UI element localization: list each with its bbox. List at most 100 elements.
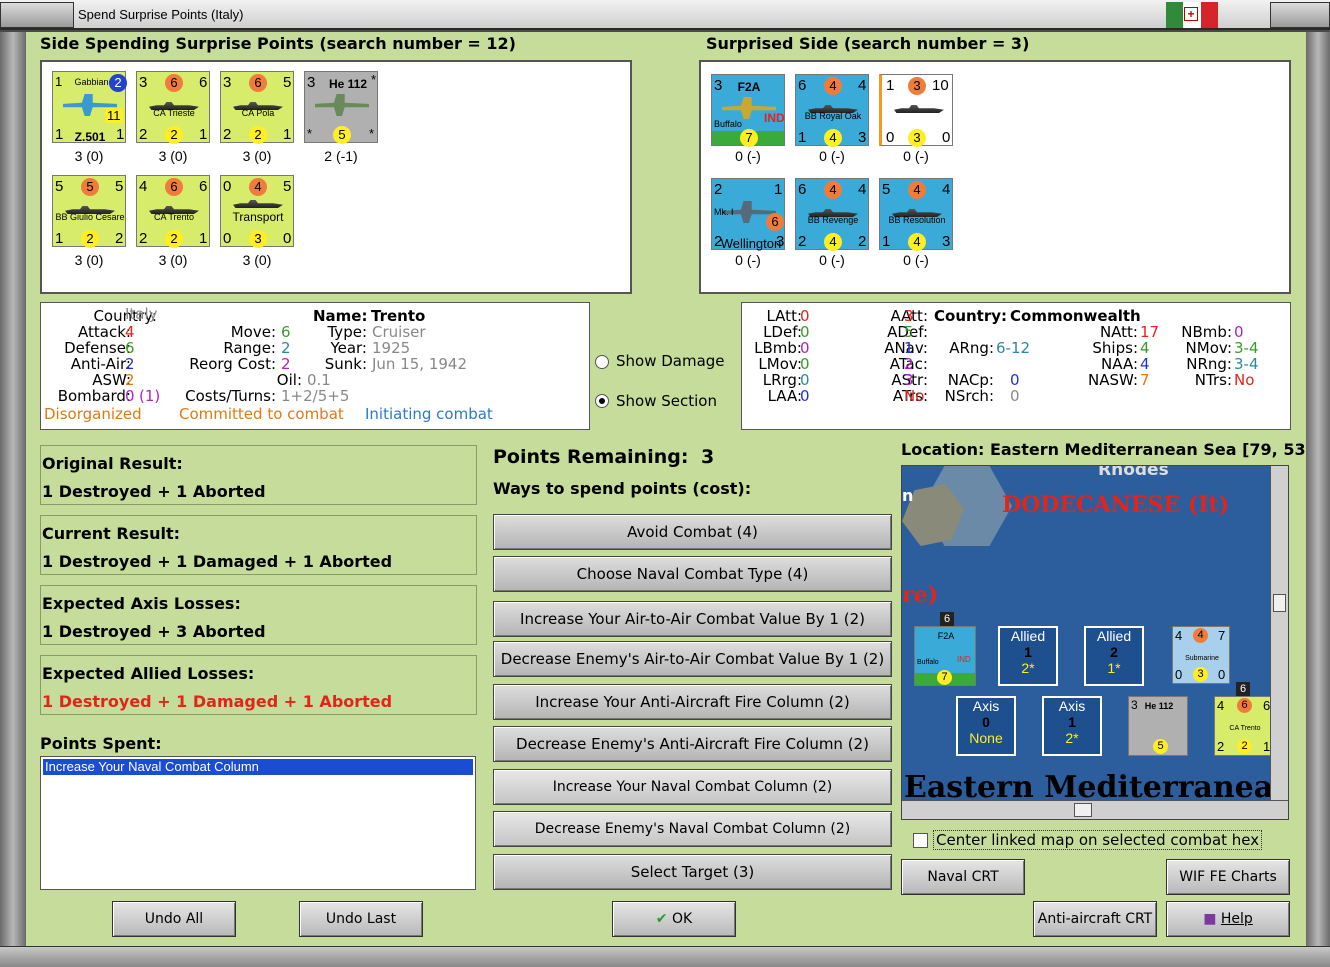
unit-counter-ca-trieste[interactable]: 3 6 6 CA Trieste 2 2 1 xyxy=(136,71,210,144)
unit-value: 7 xyxy=(1218,628,1226,643)
marker-sub: 1* xyxy=(1107,660,1121,676)
unit-value: 2 xyxy=(109,74,127,92)
decrease-enemy-air-to-air-button[interactable]: Decrease Enemy's Air-to-Air Combat Value… xyxy=(493,641,892,677)
unit-value: 1 xyxy=(774,181,783,198)
unit-counter-bb-royal-oak[interactable]: 6 4 4 BB Royal Oak 1 4 3 xyxy=(795,74,869,147)
unit-value: 4 xyxy=(139,178,148,195)
unit-value: 1 xyxy=(886,77,895,94)
map-view[interactable]: Rhodes DODECANESE (It) n re) 6 F2A Buffa… xyxy=(901,465,1289,820)
bombard-label: Bombard: xyxy=(57,387,131,405)
unit-count: 0 (-) xyxy=(903,252,929,268)
unit-value: 1 xyxy=(199,230,208,247)
ok-button[interactable]: ✔ OK xyxy=(612,901,736,937)
unit-value: 1 xyxy=(199,126,208,143)
unit-counter-he-112[interactable]: 3 He 112 * * 5 * xyxy=(304,71,378,144)
points-spent-list[interactable]: Increase Your Naval Combat Column xyxy=(40,756,476,890)
unit-counter-ca-pola[interactable]: 3 6 5 CA Pola 2 2 1 xyxy=(220,71,294,144)
naval-crt-button[interactable]: Naval CRT xyxy=(901,859,1025,895)
unit-counter-bb-revenge[interactable]: 6 4 4 BB Revenge 2 4 2 xyxy=(795,178,869,251)
unit-value: 2 xyxy=(714,181,723,198)
avoid-combat-button[interactable]: Avoid Combat (4) xyxy=(493,514,892,550)
stack-count: 6 xyxy=(1236,682,1250,696)
help-button[interactable]: ■ Help xyxy=(1166,901,1290,937)
list-item[interactable]: Increase Your Naval Combat Column xyxy=(43,759,473,775)
allied-1-marker[interactable]: Allied 1 2* xyxy=(998,626,1058,686)
current-result-box: Current Result: 1 Destroyed + 1 Damaged … xyxy=(40,515,477,575)
unit-value: 6 xyxy=(165,74,183,92)
antiaircraft-crt-button[interactable]: Anti-aircraft CRT xyxy=(1033,901,1157,937)
decrease-enemy-aa-fire-button[interactable]: Decrease Enemy's Anti-Aircraft Fire Colu… xyxy=(493,726,892,762)
system-menu-icon[interactable] xyxy=(0,2,74,28)
wif-fe-charts-button[interactable]: WIF FE Charts xyxy=(1166,859,1290,895)
unit-value: 6 xyxy=(798,77,807,94)
show-section-radio[interactable] xyxy=(595,394,609,408)
axis-1-marker[interactable]: Axis 1 2* xyxy=(1042,696,1102,756)
select-target-button[interactable]: Select Target (3) xyxy=(493,854,892,890)
undo-all-button[interactable]: Undo All xyxy=(112,901,236,937)
marker-title: Allied xyxy=(1096,628,1132,644)
unit-counter-f2a[interactable]: 3 F2A IND Buffalo 7 xyxy=(711,74,785,147)
map-label-fragment: n xyxy=(902,486,914,505)
marker-title: Axis xyxy=(972,698,1000,714)
map-label-rhodes: Rhodes xyxy=(1098,465,1169,480)
allied-2-marker[interactable]: Allied 2 1* xyxy=(1084,626,1144,686)
map-counter-ca-trento[interactable]: 4 6 6 CA Trento 2 2 1 xyxy=(1214,696,1274,756)
unit-name: BB Giulio Cesare xyxy=(55,212,125,222)
original-result-value: 1 Destroyed + 1 Aborted xyxy=(42,482,266,501)
map-counter-submarine[interactable]: 4 4 7 Submarine 0 3 0 xyxy=(1172,626,1230,684)
unit-value: 10 xyxy=(932,77,949,94)
increase-aa-fire-button[interactable]: Increase Your Anti-Aircraft Fire Column … xyxy=(493,684,892,720)
unit-counter-bb-giulio-cesare[interactable]: 5 5 5 BB Giulio Cesare 1 2 2 xyxy=(52,175,126,248)
unit-value: 3 xyxy=(908,129,926,147)
unit-value: 6 xyxy=(165,178,183,196)
map-vertical-scrollbar[interactable] xyxy=(1270,466,1288,800)
unit-count: 3 (0) xyxy=(74,252,104,268)
left-border xyxy=(0,32,26,946)
unit-value: 0 xyxy=(1175,667,1183,682)
marker-sub: 2* xyxy=(1021,660,1035,676)
show-section-label: Show Section xyxy=(616,392,717,410)
unit-value: 1 xyxy=(283,126,292,143)
country-value: Italy xyxy=(125,305,158,323)
increase-air-to-air-button[interactable]: Increase Your Air-to-Air Combat Value By… xyxy=(493,601,892,637)
axis-0-marker[interactable]: Axis 0 None xyxy=(956,696,1016,756)
map-counter-he-112[interactable]: 3 He 112 5 xyxy=(1128,696,1188,756)
unit-tag: IND xyxy=(957,655,971,664)
decrease-enemy-naval-combat-column-button[interactable]: Decrease Enemy's Naval Combat Column (2) xyxy=(493,811,892,847)
bombard-extra: (1) xyxy=(139,387,161,405)
unit-value: 6 xyxy=(199,178,208,195)
unit-count: 3 (0) xyxy=(74,148,104,164)
choose-naval-combat-type-button[interactable]: Choose Naval Combat Type (4) xyxy=(493,556,892,592)
unit-value: 4 xyxy=(908,233,926,251)
unit-count: 3 (0) xyxy=(158,252,188,268)
map-counter-f2a[interactable]: F2A Buffalo IND 7 xyxy=(914,626,976,686)
unit-value: 1 xyxy=(882,233,891,250)
unit-counter-submarine[interactable]: 1 3 10 0 3 0 xyxy=(879,74,953,147)
marker-number: 1 xyxy=(1068,714,1076,730)
unit-name: F2A xyxy=(937,631,955,641)
scroll-thumb[interactable] xyxy=(1074,803,1092,817)
unit-counter-wellington[interactable]: 2 1 Mk. I 6 2 Wellington 3 xyxy=(711,178,785,251)
unit-value: * xyxy=(307,126,313,141)
unit-value: 6 xyxy=(766,213,784,231)
undo-last-button[interactable]: Undo Last xyxy=(299,901,423,937)
center-linked-checkbox[interactable] xyxy=(913,833,928,848)
show-damage-radio[interactable] xyxy=(595,355,609,369)
points-remaining-label: Points Remaining: xyxy=(493,446,689,468)
unit-value: 2 xyxy=(858,233,867,250)
unit-counter-ca-trento[interactable]: 4 6 6 CA Trento 2 2 1 xyxy=(136,175,210,248)
unit-counter-gabbiano[interactable]: 1 Gabbiano 2 11 1 Z.501 1 xyxy=(52,71,127,144)
scroll-thumb[interactable] xyxy=(1273,594,1286,612)
stack-count: 6 xyxy=(940,612,954,626)
increase-naval-combat-column-button[interactable]: Increase Your Naval Combat Column (2) xyxy=(493,769,892,805)
unit-counter-bb-resolution[interactable]: 5 4 4 BB Resolution 1 4 3 xyxy=(879,178,953,251)
unit-value: 5 xyxy=(882,181,891,198)
unit-value: 4 xyxy=(824,129,842,147)
unit-value: 11 xyxy=(105,108,123,123)
map-horizontal-scrollbar[interactable] xyxy=(902,800,1288,819)
unit-value: 4 xyxy=(1193,628,1208,643)
ok-label: OK xyxy=(671,911,693,927)
close-icon[interactable] xyxy=(1270,2,1330,28)
unit-counter-transport[interactable]: 0 4 5 Transport 0 3 0 xyxy=(220,175,294,248)
marker-sub: None xyxy=(969,730,1003,746)
